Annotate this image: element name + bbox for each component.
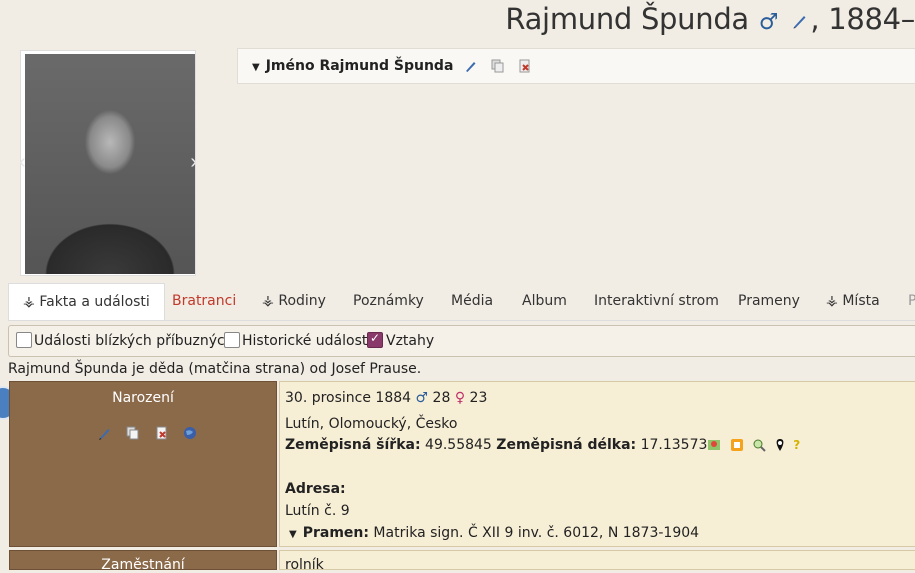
occupation-value: rolník xyxy=(285,557,324,573)
male-icon: ♂ xyxy=(415,390,429,406)
tab-notes[interactable]: Poznámky xyxy=(353,283,424,320)
fact-detail-cell: 30. prosince 1884 ♂ 28 ♀ 23 Lutín, Olomo… xyxy=(279,381,915,547)
delete-icon[interactable] xyxy=(518,59,532,73)
edit-icon[interactable] xyxy=(464,59,478,73)
relations-label: Vztahy xyxy=(386,333,435,349)
google-maps-icon[interactable] xyxy=(707,438,721,452)
source-link[interactable]: Matrika sign. Č XII 9 inv. č. 6012, N 18… xyxy=(373,525,699,541)
event-name: Zaměstnání xyxy=(101,557,185,573)
copy-icon[interactable] xyxy=(126,426,140,440)
tab-sources[interactable]: Prameny xyxy=(738,283,800,320)
male-sex-icon: ♂ xyxy=(758,10,779,35)
longitude-value: 17.13573 xyxy=(640,437,708,453)
relatives-events-checkbox[interactable] xyxy=(16,332,32,348)
photo-next-icon[interactable]: › xyxy=(190,151,197,174)
relations-checkbox[interactable] xyxy=(367,331,383,348)
tab-families[interactable]: ⚶ Rodiny xyxy=(262,283,326,320)
birth-date: 30. prosince 1884 xyxy=(285,390,412,406)
bing-maps-icon[interactable] xyxy=(730,438,744,452)
historical-events-checkbox[interactable] xyxy=(224,332,240,348)
collapse-caret-icon[interactable]: ▼ xyxy=(252,62,260,73)
map-pin-icon[interactable] xyxy=(773,438,787,452)
tab-album[interactable]: Album xyxy=(522,283,567,320)
tab-interactive-tree[interactable]: Interaktivní strom xyxy=(594,283,719,320)
tab-facts[interactable]: ⚶ Fakta a události xyxy=(8,283,165,320)
person-photo[interactable]: ‹ › xyxy=(19,50,197,276)
photo-image xyxy=(25,54,195,274)
source-label: Pramen: xyxy=(302,525,369,541)
globe-icon[interactable] xyxy=(183,426,197,440)
name-label: Jméno Rajmund Špunda xyxy=(265,58,454,74)
address-value: Lutín č. 9 xyxy=(285,503,350,519)
page-title: Rajmund Špunda ♂ , 1884– xyxy=(505,2,915,42)
female-icon: ♀ xyxy=(454,390,466,406)
photo-prev-icon[interactable]: ‹ xyxy=(19,151,26,174)
longitude-label: Zeměpisná délka: xyxy=(496,437,637,453)
source-caret-icon[interactable]: ▼ xyxy=(289,529,297,540)
historical-events-label: Historické události xyxy=(242,333,372,349)
copy-icon[interactable] xyxy=(491,59,505,73)
edit-name-icon[interactable] xyxy=(792,2,808,36)
osm-search-icon[interactable] xyxy=(752,438,767,452)
tab-more[interactable]: P xyxy=(908,283,915,320)
fact-event-cell: Narození xyxy=(9,381,277,547)
address-label: Adresa: xyxy=(285,481,346,497)
fact-detail-cell: rolník xyxy=(279,550,915,573)
fact-icons xyxy=(98,424,197,442)
tab-bar: ⚶ Fakta a události Bratranci ⚶ Rodiny Po… xyxy=(8,283,915,321)
latitude-label: Zeměpisná šířka: xyxy=(285,437,421,453)
father-age: 28 xyxy=(432,390,451,406)
relation-text: Rajmund Špunda je děda (matčina strana) … xyxy=(8,361,422,377)
help-icon[interactable]: ? xyxy=(793,438,807,452)
mother-age: 23 xyxy=(469,390,488,406)
delete-icon[interactable] xyxy=(155,426,169,440)
relatives-events-label: Události blízkých příbuzných xyxy=(34,333,234,349)
filter-bar: Události blízkých příbuzných Historické … xyxy=(8,325,915,357)
edit-icon[interactable] xyxy=(98,426,112,440)
birth-place-link[interactable]: Lutín, Olomoucký, Česko xyxy=(285,416,457,432)
tab-places[interactable]: ⚶ Místa xyxy=(826,283,880,320)
name-panel: ▼ Jméno Rajmund Špunda xyxy=(237,48,915,84)
tab-cousins[interactable]: Bratranci xyxy=(172,283,236,320)
fact-event-cell: Zaměstnání xyxy=(9,550,277,573)
tab-media[interactable]: Média xyxy=(451,283,493,320)
person-name: Rajmund Špunda xyxy=(505,2,749,36)
life-years: , 1884– xyxy=(810,2,915,36)
event-name: Narození xyxy=(112,390,174,406)
latitude-value: 49.55845 xyxy=(425,437,492,453)
